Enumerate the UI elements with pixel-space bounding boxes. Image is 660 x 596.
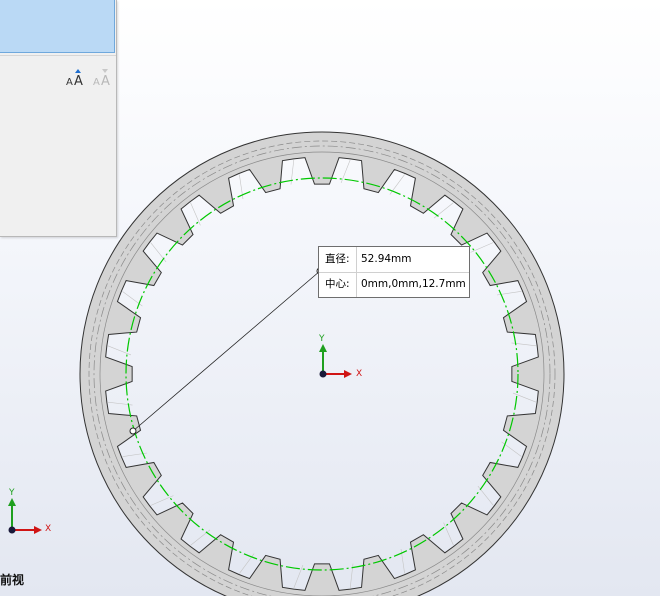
- leader-start-point[interactable]: [129, 427, 137, 435]
- view-orientation-triad: X Y: [8, 488, 51, 534]
- diameter-value: 52.94mm: [361, 253, 412, 265]
- origin-x-label: X: [356, 369, 362, 379]
- selection-box[interactable]: [0, 0, 115, 53]
- svg-text:A: A: [101, 74, 110, 88]
- view-y-label: Y: [8, 488, 15, 498]
- dimension-tooltip: 直径: 52.94mm 中心: 0mm,0mm,12.7mm: [318, 246, 470, 298]
- diameter-label: 直径:: [325, 253, 350, 265]
- origin-y-label: Y: [318, 334, 325, 344]
- tooltip-row-center: 中心: 0mm,0mm,12.7mm: [319, 272, 469, 297]
- tooth-hatch: [190, 202, 201, 226]
- property-panel: A A A A: [0, 0, 117, 237]
- diameter-leader-line: [132, 270, 321, 432]
- font-size-icon[interactable]: A A: [66, 68, 86, 88]
- tooth-hatch: [443, 522, 454, 546]
- center-label: 中心:: [325, 278, 350, 290]
- tooth-hatch: [150, 495, 174, 506]
- svg-text:A: A: [93, 77, 100, 88]
- tooth-hatch: [470, 242, 494, 253]
- view-name-label: 前视: [0, 573, 25, 587]
- panel-divider: [0, 55, 116, 56]
- font-size-disabled-icon: A A: [93, 69, 110, 88]
- svg-text:A: A: [66, 77, 73, 88]
- view-x-label: X: [45, 524, 51, 534]
- tooltip-row-diameter: 直径: 52.94mm: [319, 247, 469, 273]
- origin-triad: X Y: [318, 334, 362, 379]
- center-value: 0mm,0mm,12.7mm: [361, 278, 466, 290]
- svg-text:A: A: [74, 74, 83, 88]
